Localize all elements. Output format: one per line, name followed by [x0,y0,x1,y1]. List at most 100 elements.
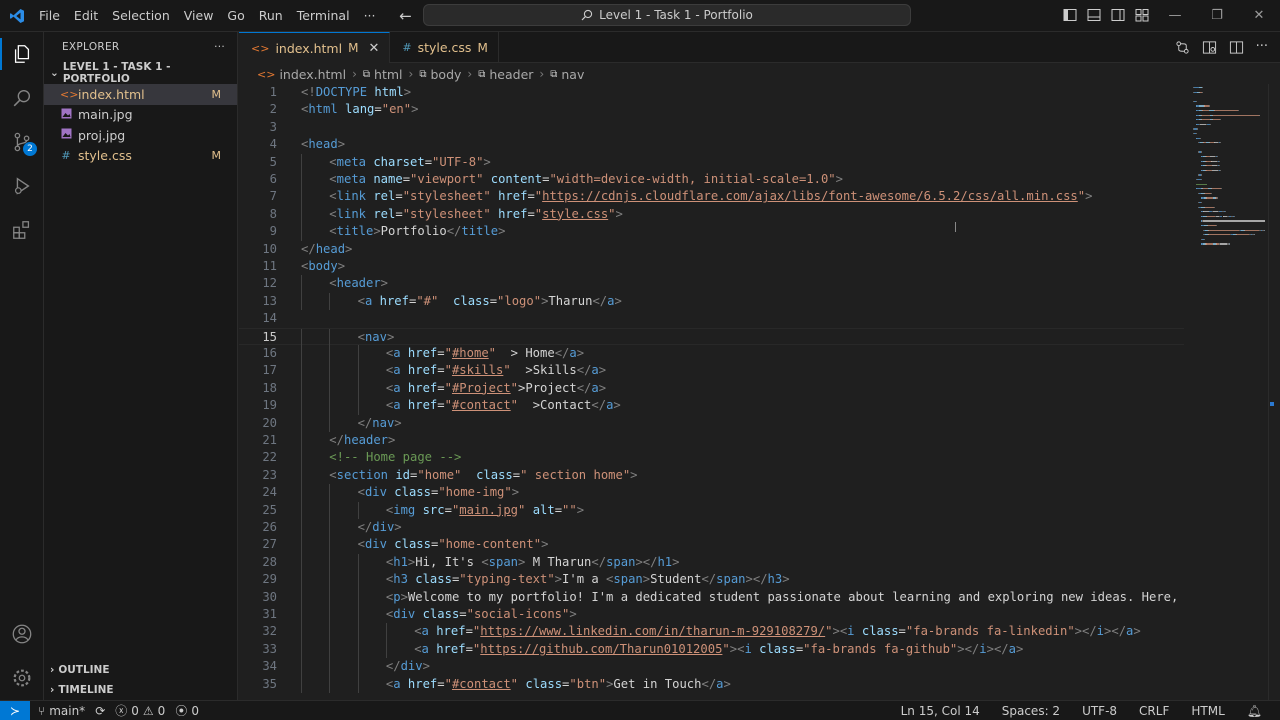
code-line[interactable]: 34 </div> [239,658,1184,676]
code-line[interactable]: 16 <a href="#home" > Home</a> [239,345,1184,363]
open-preview-icon[interactable] [1202,40,1217,59]
code-line[interactable]: 32 <a href="https://www.linkedin.com/in/t… [239,623,1184,641]
toggle-secondary-sidebar-icon[interactable] [1110,7,1126,23]
source-control-icon[interactable]: 2 [0,122,44,162]
code-line[interactable]: 10 </head> [239,241,1184,258]
open-changes-icon[interactable] [1175,40,1190,59]
code-line[interactable]: 24 <div class="home-img"> [239,484,1184,502]
code-token: meta [336,154,374,169]
menu-run[interactable]: Run [252,0,290,32]
timeline-section[interactable]: › TIMELINE [44,680,238,700]
menu-go[interactable]: Go [220,0,251,32]
code-line[interactable]: 11 <body> [239,258,1184,275]
minimap[interactable] [1187,84,1267,700]
restore-icon[interactable]: ❐ [1196,0,1238,30]
account-icon[interactable] [0,614,44,654]
code-line[interactable]: 9 <title>Portfolio</title> [239,223,1184,241]
code-line[interactable]: 4 <head> [239,136,1184,153]
close-window-icon[interactable]: ✕ [1238,0,1280,30]
run-debug-icon[interactable] [0,166,44,206]
code-line[interactable]: 20 </nav> [239,414,1184,432]
breadcrumb-html[interactable]: ⧉ html [363,67,403,82]
code-line[interactable]: 14 [239,310,1184,327]
back-arrow-icon[interactable]: ← [396,7,414,25]
settings-gear-icon[interactable] [0,658,44,698]
code-line[interactable]: 25 <img src="main.jpg" alt=""> [239,501,1184,519]
code-line[interactable]: 6 <meta name="viewport" content="width=de… [239,171,1184,189]
code-line[interactable]: 23 <section id="home" class=" section hom… [239,466,1184,485]
code-token: = [489,293,498,308]
end-of-line[interactable]: CRLF [1139,704,1169,718]
customize-layout-icon[interactable] [1134,7,1150,23]
search-icon[interactable] [0,78,44,118]
remote-indicator-icon[interactable]: ≻ [0,700,30,720]
menu-view[interactable]: View [177,0,221,32]
tab-style-css[interactable]: # style.css M [390,32,499,63]
code-line[interactable]: 13 <a href="#" class="logo">Tharun</a> [239,292,1184,311]
split-editor-icon[interactable] [1229,40,1244,59]
indent-guide [329,536,331,554]
encoding[interactable]: UTF-8 [1082,704,1117,718]
language-mode[interactable]: HTML [1191,704,1224,718]
vertical-scrollbar[interactable] [1268,84,1280,700]
cursor-position[interactable]: Ln 15, Col 14 [901,704,980,718]
breadcrumb-body[interactable]: ⧉ body [419,67,461,82]
outline-section[interactable]: › OUTLINE [44,660,238,680]
code-line[interactable]: 7 <link rel="stylesheet" href="https://cd… [239,188,1184,206]
indentation[interactable]: Spaces: 2 [1002,704,1060,718]
breadcrumb-nav[interactable]: ⧉ nav [550,67,584,82]
code-token: = [459,607,467,621]
code-line[interactable]: 1 <!DOCTYPE html> [239,84,1184,101]
code-line[interactable]: 18 <a href="#Project">Project</a> [239,379,1184,398]
more-actions-icon[interactable]: ··· [1256,40,1268,59]
toggle-primary-sidebar-icon[interactable] [1062,7,1078,23]
menu-more[interactable]: ··· [357,0,383,32]
code-line[interactable]: 8 <link rel="stylesheet" href="style.css"… [239,205,1184,224]
code-line[interactable]: 2 <html lang="en"> [239,101,1184,118]
code-token: </ [592,293,608,308]
vscode-logo-icon[interactable] [2,1,32,31]
workspace-folder[interactable]: ⌄ LEVEL 1 - TASK 1 - PORTFOLIO [44,61,237,85]
code-line[interactable]: 35 <a href="#contact" class="btn">Get in … [239,675,1184,693]
menu-terminal[interactable]: Terminal [290,0,357,32]
minimize-icon[interactable]: — [1154,0,1196,30]
sync-icon[interactable]: ⟳ [95,704,105,718]
extensions-icon[interactable] [0,210,44,250]
explorer-more-icon[interactable]: ··· [214,41,225,53]
menu-file[interactable]: File [32,0,67,32]
file-item-proj-jpg[interactable]: proj.jpg [44,125,237,146]
ports-indicator[interactable]: ⦿ 0 [175,702,199,719]
command-center[interactable]: Level 1 - Task 1 - Portfolio [423,4,911,26]
code-line[interactable]: 17 <a href="#skills" >Skills</a> [239,362,1184,380]
breadcrumb-file[interactable]: <> index.html [257,67,346,82]
indent-guide [357,553,359,572]
explorer-icon[interactable] [0,34,44,74]
file-item-index-html[interactable]: <> index.html M [44,84,237,105]
breadcrumb-header[interactable]: ⧉ header [478,67,533,82]
code-line[interactable]: 12 <header> [239,275,1184,293]
code-line[interactable]: 33 <a href="https://github.com/Tharun0101… [239,640,1184,659]
close-icon[interactable]: ✕ [368,41,379,56]
code-line[interactable]: 30 <p>Welcome to my portfolio! I'm a dedi… [239,588,1184,606]
branch-indicator[interactable]: ⑂ main* [38,704,85,718]
notifications-bell-icon[interactable]: 🔔︎ [1247,704,1262,718]
code-line[interactable]: 15 <nav> [239,327,1184,346]
code-line[interactable]: 22 <!-- Home page --> [239,449,1184,467]
code-line[interactable]: 31 <div class="social-icons"> [239,606,1184,624]
code-line[interactable]: 28 <h1>Hi, It's <span> M Tharun</span></h… [239,553,1184,572]
code-line[interactable]: 3 [239,119,1184,136]
code-line[interactable]: 21 </header> [239,432,1184,450]
menu-edit[interactable]: Edit [67,0,105,32]
problems-indicator[interactable]: ⓧ 0 ⚠ 0 [115,702,165,719]
toggle-panel-icon[interactable] [1086,7,1102,23]
code-line[interactable]: 27 <div class="home-content"> [239,536,1184,554]
file-item-style-css[interactable]: # style.css M [44,146,237,167]
code-line[interactable]: 29 <h3 class="typing-text">I'm a <span>St… [239,571,1184,589]
code-editor[interactable]: 1 <!DOCTYPE html> 2 <html lang="en"> 3 4 <head… [239,84,1184,700]
tab-index-html[interactable]: <> index.html M ✕ [239,32,391,63]
file-item-main-jpg[interactable]: main.jpg [44,105,237,126]
code-line[interactable]: 26 </div> [239,519,1184,537]
menu-selection[interactable]: Selection [105,0,177,32]
code-line[interactable]: 19 <a href="#contact" >Contact</a> [239,397,1184,415]
code-line[interactable]: 5 <meta charset="UTF-8"> [239,153,1184,171]
